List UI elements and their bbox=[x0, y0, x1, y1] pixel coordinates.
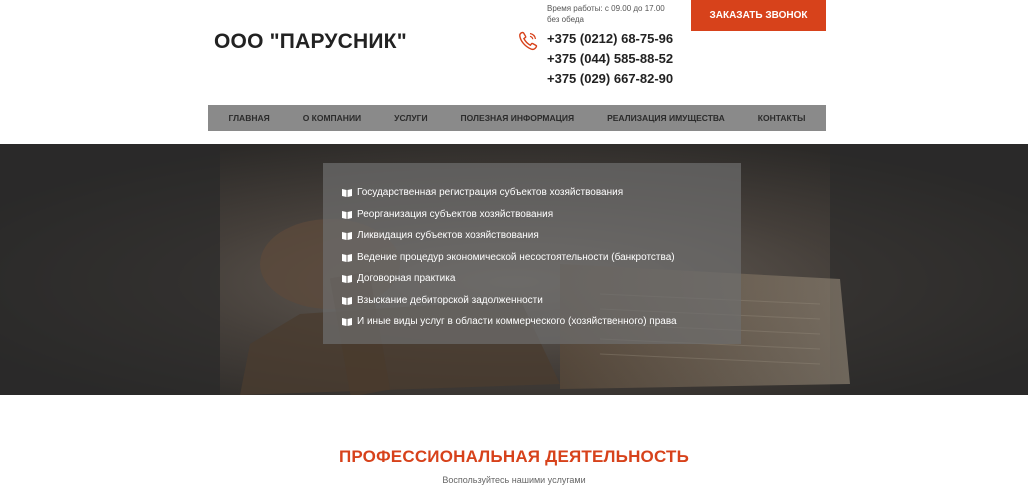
nav-item-contacts[interactable]: КОНТАКТЫ bbox=[758, 113, 806, 123]
main-nav: ГЛАВНАЯ О КОМПАНИИ УСЛУГИ ПОЛЕЗНАЯ ИНФОР… bbox=[208, 105, 826, 131]
order-call-button[interactable]: ЗАКАЗАТЬ ЗВОНОК bbox=[691, 0, 826, 31]
working-hours-note: без обеда bbox=[547, 15, 584, 24]
phone-icon bbox=[519, 31, 538, 51]
book-icon bbox=[342, 318, 352, 327]
service-label: Договорная практика bbox=[357, 273, 456, 285]
service-item[interactable]: И иные виды услуг в области коммерческог… bbox=[342, 311, 741, 333]
service-item[interactable]: Договорная практика bbox=[342, 268, 741, 290]
phone-list: +375 (0212) 68-75-96 +375 (044) 585-88-5… bbox=[547, 29, 673, 89]
service-label: Реорганизация субъектов хозяйствования bbox=[357, 208, 554, 220]
working-hours-line: Время работы: с 09.00 до 17.00 bbox=[547, 4, 665, 13]
service-item[interactable]: Реорганизация субъектов хозяйствования bbox=[342, 204, 741, 226]
book-icon bbox=[342, 210, 352, 219]
service-item[interactable]: Ведение процедур экономической несостоят… bbox=[342, 247, 741, 269]
book-icon bbox=[342, 253, 352, 262]
company-name: ООО "ПАРУСНИК" bbox=[214, 30, 407, 53]
book-icon bbox=[342, 189, 352, 198]
service-label: Ликвидация субъектов хозяйствования bbox=[357, 230, 539, 242]
working-hours: Время работы: с 09.00 до 17.00 без обеда bbox=[547, 3, 687, 25]
book-icon bbox=[342, 275, 352, 284]
book-icon bbox=[342, 232, 352, 241]
nav-item-services[interactable]: УСЛУГИ bbox=[394, 113, 427, 123]
service-label: Государственная регистрация субъектов хо… bbox=[357, 187, 624, 199]
service-item[interactable]: Государственная регистрация субъектов хо… bbox=[342, 182, 741, 204]
nav-item-useful-info[interactable]: ПОЛЕЗНАЯ ИНФОРМАЦИЯ bbox=[461, 113, 575, 123]
service-item[interactable]: Ликвидация субъектов хозяйствования bbox=[342, 225, 741, 247]
book-icon bbox=[342, 296, 352, 305]
site-header: ООО "ПАРУСНИК" Время работы: с 09.00 до … bbox=[0, 0, 1028, 100]
phone-link[interactable]: +375 (044) 585-88-52 bbox=[547, 49, 673, 69]
phone-link[interactable]: +375 (029) 667-82-90 bbox=[547, 69, 673, 89]
service-item[interactable]: Взыскание дебиторской задолженности bbox=[342, 290, 741, 312]
nav-item-home[interactable]: ГЛАВНАЯ bbox=[228, 113, 269, 123]
hero-banner: Государственная регистрация субъектов хо… bbox=[0, 144, 1028, 395]
phone-link[interactable]: +375 (0212) 68-75-96 bbox=[547, 29, 673, 49]
service-label: Ведение процедур экономической несостоят… bbox=[357, 251, 675, 263]
section-title: ПРОФЕССИОНАЛЬНАЯ ДЕЯТЕЛЬНОСТЬ bbox=[338, 447, 690, 466]
nav-item-about[interactable]: О КОМПАНИИ bbox=[303, 113, 361, 123]
service-label: И иные виды услуг в области коммерческог… bbox=[357, 316, 677, 328]
section-subtitle: Воспользуйтесь нашими услугами bbox=[442, 475, 586, 485]
service-label: Взыскание дебиторской задолженности bbox=[357, 294, 543, 306]
nav-item-property-sale[interactable]: РЕАЛИЗАЦИЯ ИМУЩЕСТВА bbox=[607, 113, 725, 123]
services-box: Государственная регистрация субъектов хо… bbox=[323, 163, 741, 344]
